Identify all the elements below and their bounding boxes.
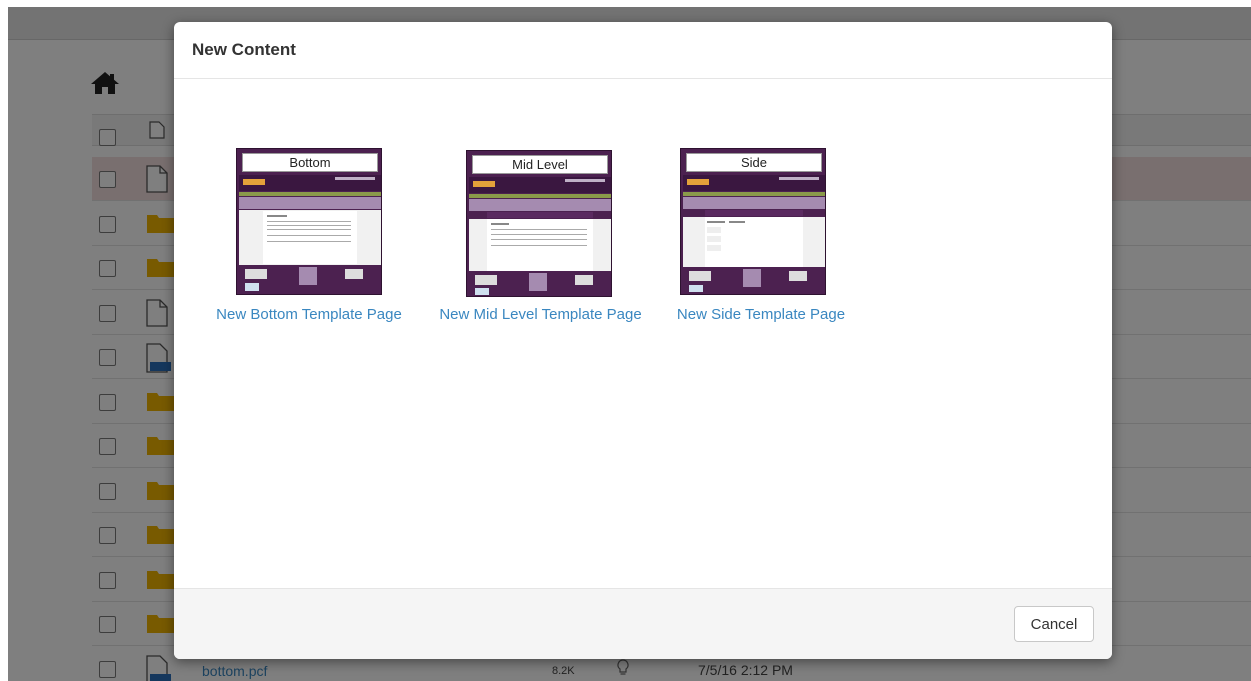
template-thumbnail[interactable]: Mid Level	[466, 150, 612, 297]
template-thumbnail[interactable]: Side	[680, 148, 826, 295]
new-bottom-template-link[interactable]: New Bottom Template Page	[201, 304, 417, 325]
thumbnail-label: Side	[686, 153, 822, 172]
cancel-button[interactable]: Cancel	[1014, 606, 1094, 642]
dialog-title: New Content	[192, 40, 296, 59]
template-thumbnail[interactable]: Bottom	[236, 148, 382, 295]
thumbnail-label: Mid Level	[472, 155, 608, 174]
dialog-header: New Content	[174, 22, 1112, 79]
new-mid-level-template-link[interactable]: New Mid Level Template Page	[438, 304, 643, 325]
dialog-footer: Cancel	[174, 588, 1112, 659]
thumbnail-label: Bottom	[242, 153, 378, 172]
new-content-dialog: New Content Bottom New Bottom Template P…	[174, 22, 1112, 659]
new-side-template-link[interactable]: New Side Template Page	[661, 304, 861, 325]
